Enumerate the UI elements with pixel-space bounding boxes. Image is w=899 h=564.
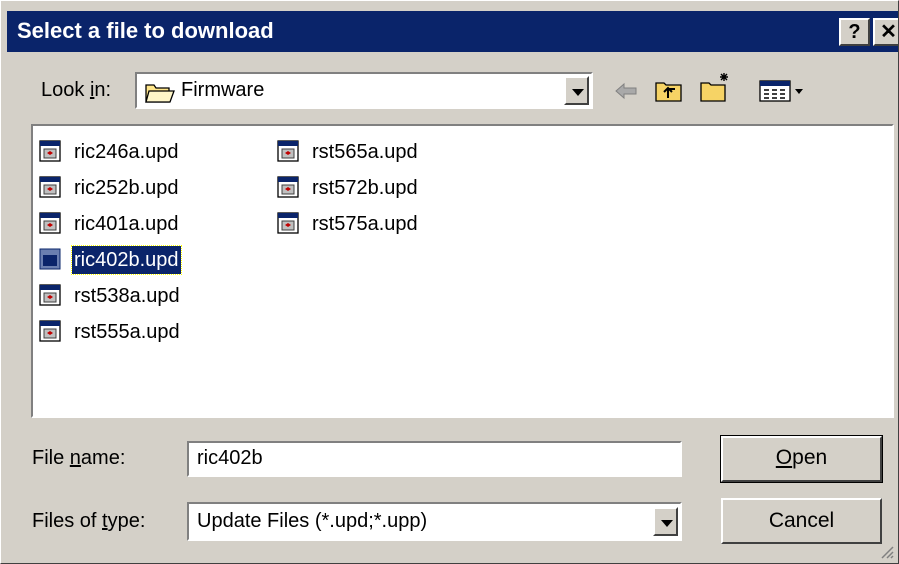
create-new-folder-icon[interactable] xyxy=(699,71,733,103)
file-list-item-label: rst575a.upd xyxy=(312,213,418,235)
update-file-icon xyxy=(39,176,61,198)
file-list-item-label: rst565a.upd xyxy=(312,141,418,163)
file-name-label: File name: xyxy=(32,447,126,469)
cancel-button[interactable]: Cancel xyxy=(721,498,882,544)
update-file-icon xyxy=(39,320,61,342)
title-bar[interactable]: Select a file to download ? ✕ xyxy=(7,11,898,52)
file-list-item-label: rst572b.upd xyxy=(312,177,418,199)
up-one-level-icon[interactable] xyxy=(655,79,683,103)
file-list-item-label: rst538a.upd xyxy=(74,285,180,307)
file-list-item-label: rst555a.upd xyxy=(74,321,180,343)
update-file-icon xyxy=(39,248,61,270)
file-type-label: Files of type: xyxy=(32,510,146,532)
file-type-dropdown[interactable]: Update Files (*.upd;*.upp) xyxy=(187,502,682,541)
file-name-value: ric402b xyxy=(197,447,263,469)
look-in-dropdown-button[interactable] xyxy=(564,76,589,105)
view-menu-icon[interactable] xyxy=(759,79,811,103)
file-type-dropdown-button[interactable] xyxy=(653,507,678,536)
update-file-icon xyxy=(277,176,299,198)
file-list[interactable]: ric246a.upd ric252b.upd ric401a.upd ric402b… xyxy=(31,124,894,418)
dialog-title: Select a file to download xyxy=(17,18,274,43)
file-list-item-label: ric401a.upd xyxy=(74,213,179,235)
look-in-dropdown[interactable]: Firmware xyxy=(135,72,593,109)
folder-open-icon xyxy=(145,84,175,103)
file-list-item-label: ric402b.upd xyxy=(71,245,182,275)
update-file-icon xyxy=(39,212,61,234)
file-name-field[interactable]: ric402b xyxy=(187,441,682,477)
open-button[interactable]: Open xyxy=(720,435,883,483)
update-file-icon xyxy=(277,140,299,162)
file-dialog: Select a file to download ? ✕ Look in: F… xyxy=(0,0,899,564)
file-list-item-label: ric246a.upd xyxy=(74,141,179,163)
close-button[interactable]: ✕ xyxy=(873,18,898,46)
look-in-label: Look in: xyxy=(41,79,112,101)
resize-grip-icon[interactable] xyxy=(878,543,894,559)
look-in-value: Firmware xyxy=(181,79,265,101)
file-list-item-label: ric252b.upd xyxy=(74,177,179,199)
update-file-icon xyxy=(277,212,299,234)
update-file-icon xyxy=(39,284,61,306)
back-arrow-icon[interactable] xyxy=(613,79,639,103)
file-type-value: Update Files (*.upd;*.upp) xyxy=(197,510,428,532)
help-button[interactable]: ? xyxy=(839,18,870,46)
update-file-icon xyxy=(39,140,61,162)
